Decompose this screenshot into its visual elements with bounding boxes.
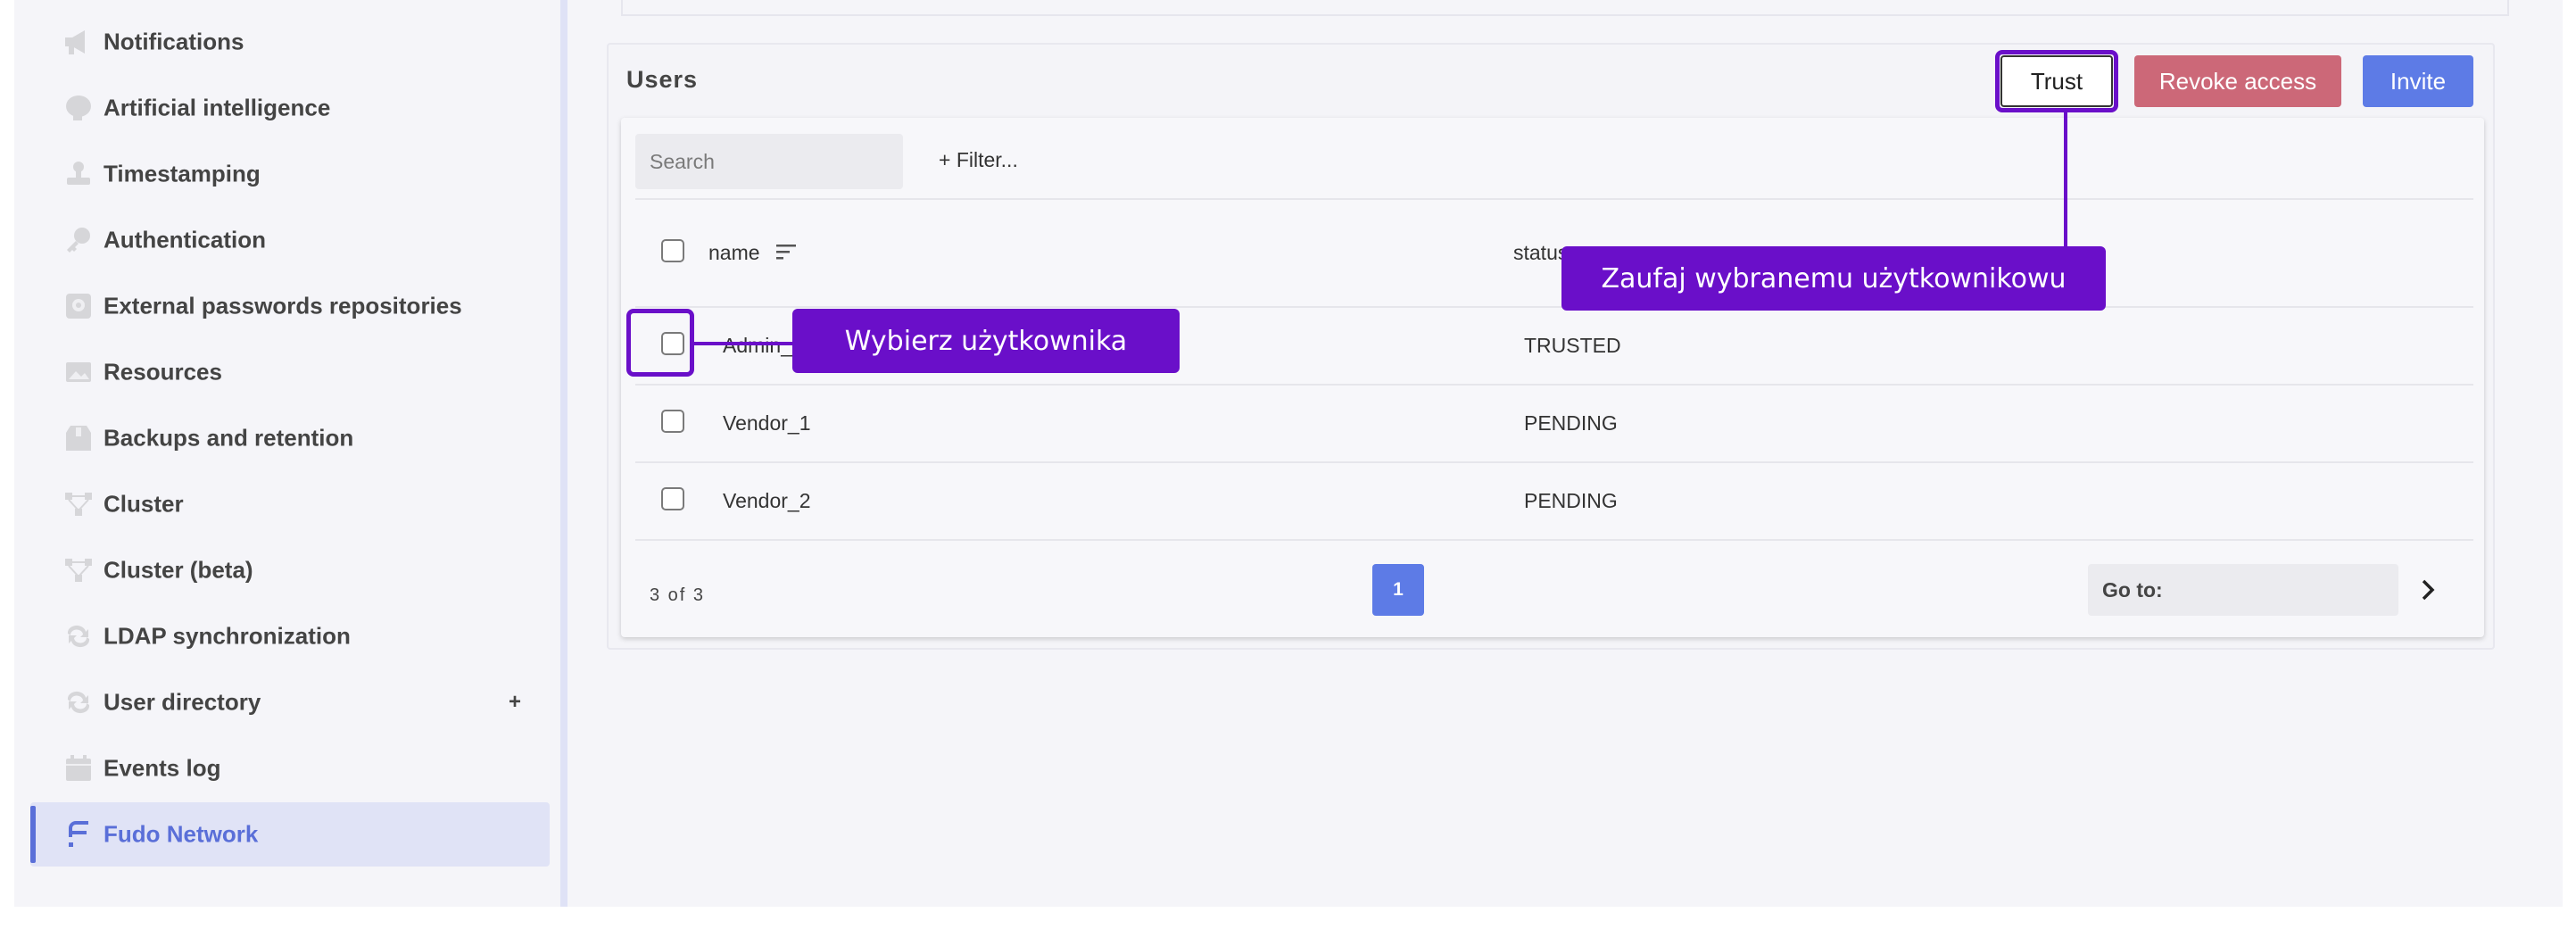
sidebar-item-artificial-intelligence[interactable]: Artificial intelligence xyxy=(30,76,550,140)
brain-icon xyxy=(62,92,95,124)
select-all-checkbox[interactable] xyxy=(661,239,684,262)
trust-button-highlight xyxy=(1995,50,2118,112)
sidebar-item-timestamping[interactable]: Timestamping xyxy=(30,142,550,206)
divider xyxy=(635,539,2473,541)
key-icon xyxy=(62,224,95,256)
vault-icon xyxy=(62,290,95,322)
row-checkbox[interactable] xyxy=(661,410,684,433)
column-header-name[interactable]: name xyxy=(708,241,760,265)
sidebar-item-authentication[interactable]: Authentication xyxy=(30,208,550,272)
cluster-icon xyxy=(62,488,95,520)
sidebar-item-notifications[interactable]: Notifications xyxy=(30,10,550,74)
search-input[interactable] xyxy=(635,134,903,189)
sidebar-item-label: Cluster xyxy=(104,490,184,518)
callout-connector xyxy=(694,342,792,345)
sort-icon[interactable] xyxy=(774,241,798,262)
checkbox-highlight xyxy=(626,309,694,377)
column-header-status[interactable]: status xyxy=(1513,241,1568,265)
calendar-icon xyxy=(62,752,95,784)
users-table-card xyxy=(621,118,2484,637)
sidebar-item-label: Timestamping xyxy=(104,160,261,187)
sidebar-item-events-log[interactable]: Events log xyxy=(30,736,550,800)
sidebar-item-label: Notifications xyxy=(104,28,244,55)
active-indicator xyxy=(30,806,36,863)
sidebar-item-fudo-network[interactable]: Fudo Network xyxy=(30,802,550,867)
callout-trust-user: Zaufaj wybranemu użytkownikowu xyxy=(1561,246,2106,311)
previous-panel-edge xyxy=(621,0,2509,16)
sidebar-item-label: Authentication xyxy=(104,226,266,253)
add-filter-button[interactable]: + Filter... xyxy=(939,148,1018,172)
callout-select-user: Wybierz użytkownika xyxy=(792,309,1180,373)
sidebar-item-label: Events log xyxy=(104,754,221,782)
row-checkbox[interactable] xyxy=(661,487,684,510)
divider xyxy=(635,198,2473,200)
sidebar-item-backups-and-retention[interactable]: Backups and retention xyxy=(30,406,550,470)
goto-page-input[interactable] xyxy=(2088,564,2398,616)
sidebar-item-resources[interactable]: Resources xyxy=(30,340,550,404)
chevron-right-icon[interactable] xyxy=(2414,576,2441,603)
divider xyxy=(635,384,2473,386)
user-name: Vendor_1 xyxy=(723,411,811,435)
user-status: PENDING xyxy=(1524,411,1618,435)
user-name: Vendor_2 xyxy=(723,489,811,512)
sync-icon xyxy=(62,686,95,718)
divider xyxy=(635,461,2473,463)
sidebar-item-cluster-beta[interactable]: Cluster (beta) xyxy=(30,538,550,602)
cluster-icon xyxy=(62,554,95,586)
user-status: PENDING xyxy=(1524,489,1618,512)
sidebar-item-label: User directory xyxy=(104,688,261,716)
callout-connector xyxy=(2064,112,2067,246)
sidebar-item-label: Resources xyxy=(104,358,222,386)
sidebar-item-ldap-synchronization[interactable]: LDAP synchronization xyxy=(30,604,550,668)
sync-icon xyxy=(62,620,95,652)
user-status: TRUSTED xyxy=(1524,334,1621,357)
pagination-count: 3 of 3 xyxy=(650,585,706,605)
image-icon xyxy=(62,356,95,388)
sidebar-item-external-passwords-repositories[interactable]: External passwords repositories xyxy=(30,274,550,338)
sidebar-item-label: LDAP synchronization xyxy=(104,622,351,650)
sidebar-item-label: Cluster (beta) xyxy=(104,556,253,584)
sidebar-item-label: Artificial intelligence xyxy=(104,94,331,121)
page-button-1[interactable]: 1 xyxy=(1372,564,1424,616)
fudo-network-icon xyxy=(62,818,95,850)
sidebar-item-user-directory[interactable]: User directory + xyxy=(30,670,550,734)
megaphone-icon xyxy=(62,26,95,58)
sidebar-item-label: External passwords repositories xyxy=(104,292,462,319)
sidebar-item-label: Fudo Network xyxy=(104,820,259,848)
sidebar-item-cluster[interactable]: Cluster xyxy=(30,472,550,536)
revoke-access-button[interactable]: Revoke access xyxy=(2134,55,2341,107)
expand-plus-icon[interactable]: + xyxy=(509,690,521,715)
invite-button[interactable]: Invite xyxy=(2363,55,2473,107)
sidebar-item-label: Backups and retention xyxy=(104,424,354,452)
sidebar: Notifications Artificial intelligence Ti… xyxy=(14,0,560,907)
panel-title: Users xyxy=(626,66,699,93)
divider xyxy=(635,306,2473,308)
stamp-icon xyxy=(62,158,95,190)
archive-box-icon xyxy=(62,422,95,454)
sidebar-divider xyxy=(560,0,567,907)
